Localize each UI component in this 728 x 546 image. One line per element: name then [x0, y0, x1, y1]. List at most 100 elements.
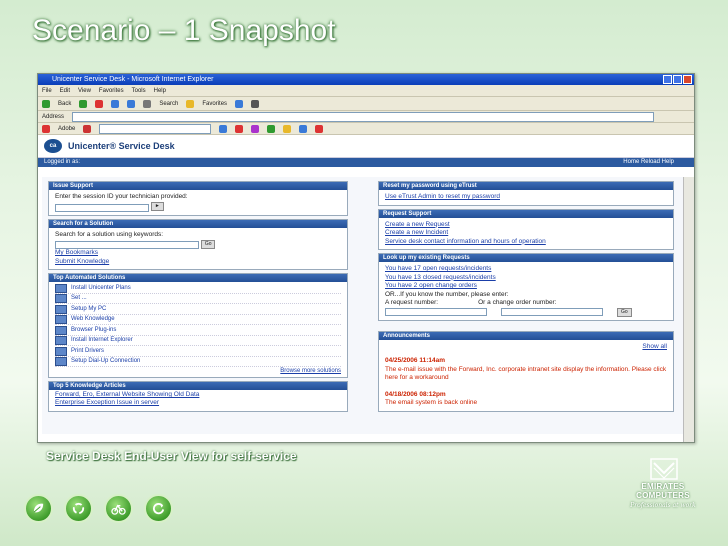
- logo-text: EMIRATES COMPUTERS: [636, 482, 690, 500]
- new-incident-link[interactable]: Create a new Incident: [385, 229, 667, 238]
- solution-icon: [55, 336, 67, 346]
- refresh-icon[interactable]: [144, 494, 173, 523]
- list-item[interactable]: Web Knowledge: [55, 315, 341, 326]
- page-content: Issue Support Enter the session ID your …: [42, 177, 684, 434]
- toolbar-search-input[interactable]: [99, 123, 212, 134]
- forward-icon[interactable]: [79, 99, 88, 108]
- logo-mark-icon: [650, 458, 678, 480]
- menu-view[interactable]: View: [78, 88, 91, 94]
- toolbar-icon[interactable]: [283, 124, 292, 133]
- back-button[interactable]: Back: [58, 101, 71, 107]
- close-icon[interactable]: [683, 75, 692, 84]
- toolbar-y-icon[interactable]: [83, 124, 92, 133]
- window-titlebar: Unicenter Service Desk - Microsoft Inter…: [38, 74, 694, 85]
- session-id-input[interactable]: [55, 203, 149, 212]
- menu-tools[interactable]: Tools: [132, 88, 146, 94]
- menu-help[interactable]: Help: [154, 88, 166, 94]
- recycle-icon[interactable]: [64, 494, 93, 523]
- user-info: Logged in as:: [44, 159, 81, 165]
- change-number-input[interactable]: [501, 308, 603, 316]
- home-icon[interactable]: [127, 99, 136, 108]
- bookmarks-link[interactable]: My Bookmarks: [55, 249, 341, 258]
- new-request-link[interactable]: Create a new Request: [385, 221, 667, 230]
- contact-info-link[interactable]: Service desk contact information and hou…: [385, 238, 667, 247]
- open-requests-link[interactable]: You have 17 open requests/incidents: [385, 265, 667, 274]
- session-go-button[interactable]: ►: [150, 202, 164, 211]
- company-logo: EMIRATES COMPUTERS Professionals at work: [628, 458, 698, 522]
- maximize-icon[interactable]: [673, 75, 682, 84]
- submit-knowledge-link[interactable]: Submit Knowledge: [55, 258, 341, 267]
- solution-icon: [55, 346, 67, 356]
- panel-header: Reset my password using eTrust: [379, 182, 673, 190]
- article-link[interactable]: Enterprise Exception Issue in server: [55, 399, 341, 408]
- back-icon[interactable]: [42, 99, 50, 108]
- menu-file[interactable]: File: [42, 88, 52, 94]
- show-all-link[interactable]: Show all: [385, 343, 667, 352]
- toolbar-icon[interactable]: [251, 124, 260, 133]
- lookup-go-button[interactable]: Go: [617, 307, 632, 317]
- list-item[interactable]: Setup Dial-Up Connection: [55, 357, 341, 368]
- search-button[interactable]: Search: [159, 101, 178, 107]
- solution-icon: [55, 315, 67, 325]
- ca-logo: ca: [44, 139, 62, 153]
- solution-icon: [55, 325, 67, 335]
- solution-icon: [55, 294, 67, 304]
- panel-header: Top 5 Knowledge Articles: [49, 381, 347, 390]
- menu-favorites[interactable]: Favorites: [99, 88, 124, 94]
- bicycle-icon[interactable]: [104, 494, 133, 523]
- minimize-icon[interactable]: [663, 75, 672, 84]
- left-column: Issue Support Enter the session ID your …: [48, 181, 348, 415]
- search-icon[interactable]: [143, 99, 152, 108]
- adobe-label[interactable]: Adobe: [58, 126, 75, 132]
- list-item[interactable]: Set ...: [55, 294, 341, 305]
- refresh-icon[interactable]: [111, 99, 120, 108]
- logo-tagline: Professionals at work: [630, 502, 696, 509]
- closed-requests-link[interactable]: You have 13 closed requests/incidents: [385, 274, 667, 283]
- favorites-button[interactable]: Favorites: [202, 101, 227, 107]
- request-number-label: A request number:: [385, 299, 439, 306]
- favorites-icon[interactable]: [186, 99, 195, 108]
- knowledge-articles-panel: Top 5 Knowledge Articles Forward, Ero, E…: [48, 380, 348, 412]
- leaf-icon[interactable]: [24, 494, 53, 523]
- toolbar-icon[interactable]: [235, 124, 244, 133]
- list-item[interactable]: Print Drivers: [55, 346, 341, 357]
- toolbar-icon[interactable]: [299, 124, 308, 133]
- change-orders-link[interactable]: You have 2 open change orders: [385, 282, 667, 291]
- address-label: Address: [42, 113, 65, 120]
- article-link[interactable]: Forward, Ero, External Website Showing O…: [55, 391, 341, 400]
- automated-solutions-panel: Top Automated Solutions Install Unicente…: [48, 273, 348, 378]
- list-item[interactable]: Install Internet Explorer: [55, 336, 341, 347]
- stop-icon[interactable]: [95, 99, 104, 108]
- panel-header: Top Automated Solutions: [49, 274, 347, 283]
- window-controls: [663, 75, 692, 84]
- slide-title: Scenario – 1 Snapshot: [32, 14, 336, 47]
- user-links[interactable]: Home Reload Help: [623, 158, 674, 167]
- list-item[interactable]: Setup My PC: [55, 304, 341, 315]
- links-bar: Adobe: [38, 123, 694, 135]
- search-panel: Search for a Solution Search for a solut…: [48, 218, 348, 271]
- toolbar-icon[interactable]: [267, 124, 276, 133]
- panel-header: Request Support: [379, 209, 673, 218]
- print-icon[interactable]: [251, 99, 260, 108]
- browser-toolbar: Back Search Favorites: [38, 97, 694, 111]
- list-item[interactable]: Browser Plug-ins: [55, 325, 341, 336]
- list-item[interactable]: Install Unicenter Plans: [55, 283, 341, 294]
- request-number-input[interactable]: [385, 308, 487, 316]
- reset-password-link[interactable]: Use eTrust Admin to reset my password: [385, 193, 667, 202]
- vertical-scrollbar[interactable]: [683, 177, 694, 442]
- keyword-search-input[interactable]: [55, 241, 199, 250]
- change-number-label: Or a change order number:: [478, 299, 557, 306]
- address-input[interactable]: [72, 111, 654, 122]
- solution-icon: [55, 283, 67, 293]
- browse-more-link[interactable]: Browse more solutions: [55, 367, 341, 376]
- menu-edit[interactable]: Edit: [60, 88, 70, 94]
- toolbar-icon[interactable]: [219, 124, 228, 133]
- announcement-text: The email system is back online: [385, 399, 478, 406]
- mail-icon[interactable]: [235, 99, 244, 108]
- request-support-panel: Request Support Create a new Request Cre…: [378, 208, 674, 250]
- announcement-date: 04/18/2006 08:12pm: [385, 390, 446, 398]
- solution-icon: [55, 357, 67, 367]
- toolbar-icon[interactable]: [315, 124, 324, 133]
- search-go-button[interactable]: Go: [200, 239, 216, 249]
- slide-caption: Service Desk End-User View for self-serv…: [46, 449, 297, 463]
